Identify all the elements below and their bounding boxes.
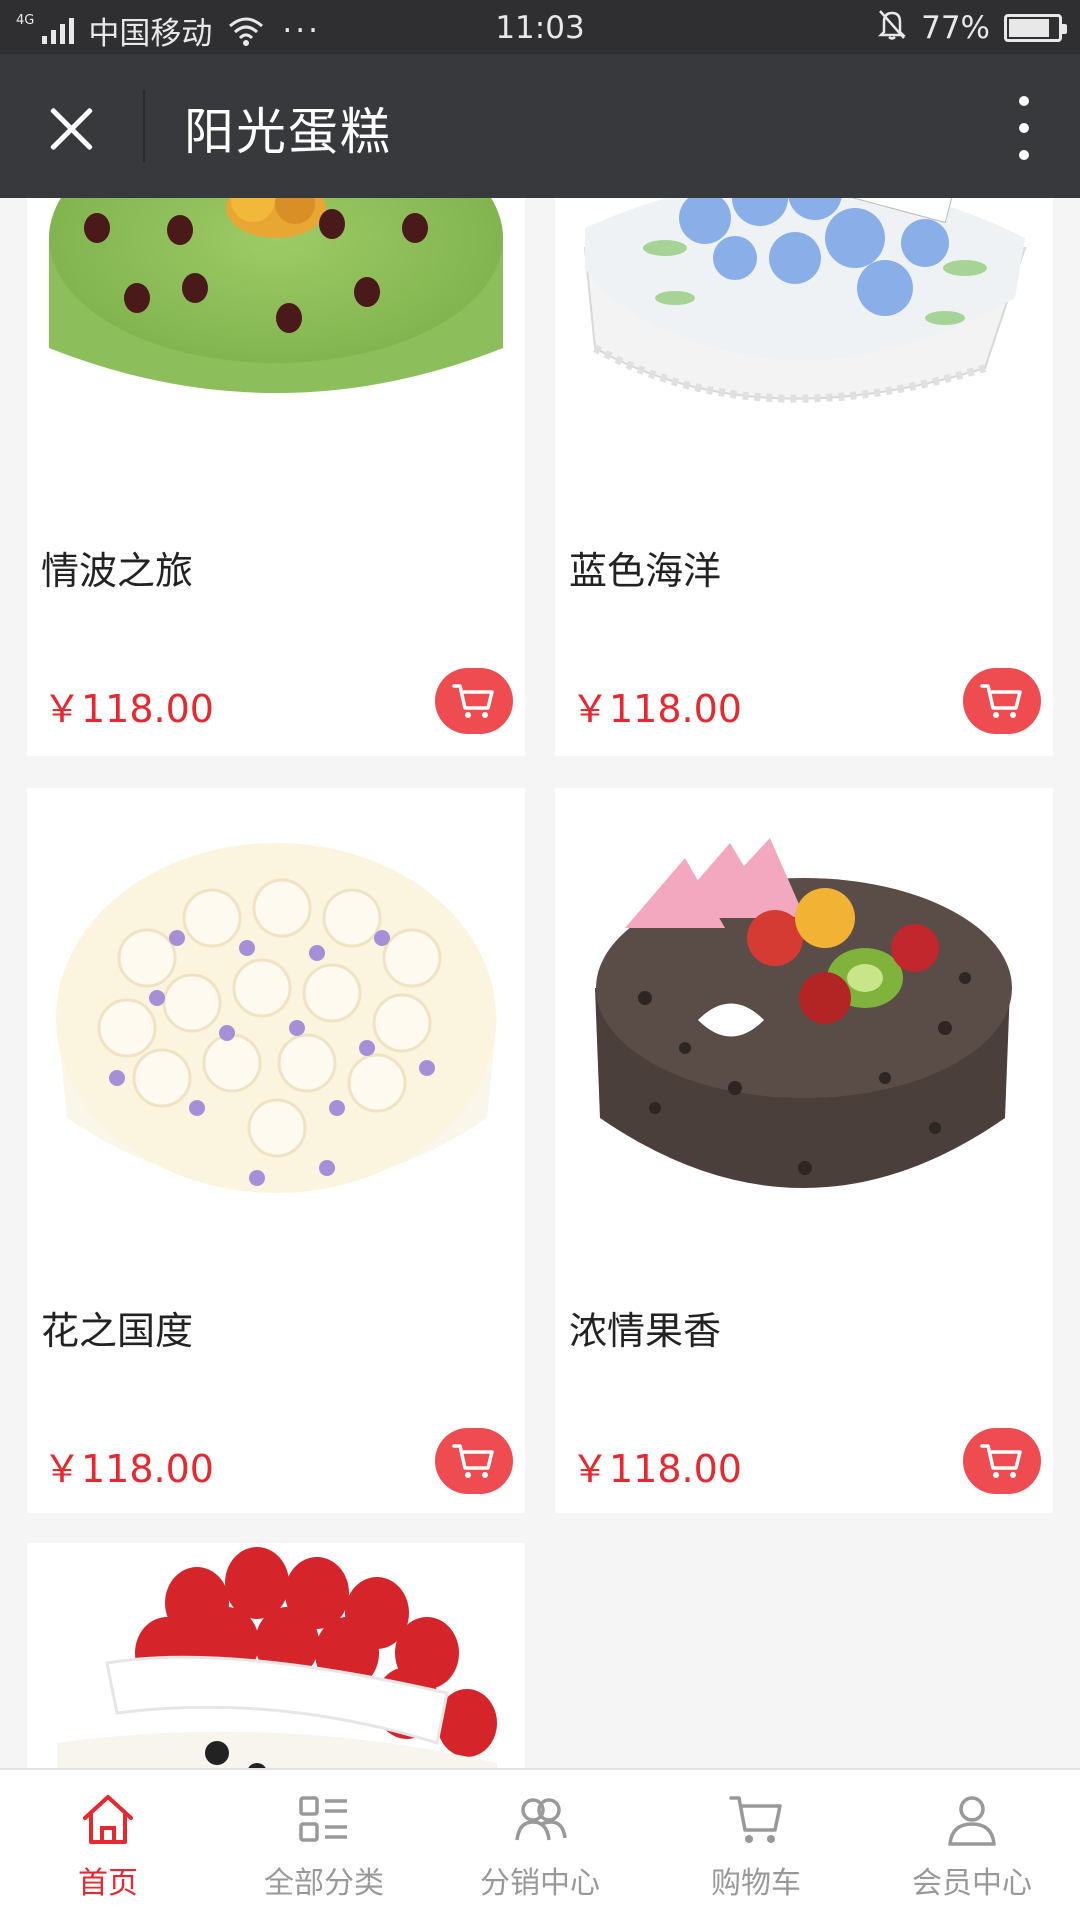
close-icon[interactable] <box>42 99 102 159</box>
status-right: 77% <box>877 8 1067 48</box>
product-price: ￥118.00 <box>43 687 214 731</box>
product-card[interactable]: 花之国度 ￥118.00 <box>27 788 525 1513</box>
cart-icon <box>980 1444 1022 1478</box>
member-icon <box>948 1796 996 1846</box>
home-icon <box>83 1795 133 1844</box>
battery-icon <box>1004 14 1067 42</box>
tab-shopping-cart[interactable]: 购物车 <box>648 1770 864 1920</box>
status-bar: 4G 中国移动 ··· 11:03 77% <box>0 0 1080 54</box>
battery-percent: 77% <box>921 10 990 46</box>
product-card[interactable]: 蓝色海洋 ￥118.00 <box>555 198 1053 756</box>
product-image-strawberry-cake[interactable] <box>27 1543 525 1768</box>
tab-distribution-center[interactable]: 分销中心 <box>432 1770 648 1920</box>
bottom-tab-bar: 首页 全部分类 分销中心 购物车 会员中心 <box>0 1768 1080 1920</box>
nav-divider <box>143 90 145 162</box>
tab-all-categories[interactable]: 全部分类 <box>216 1770 432 1920</box>
product-name[interactable]: 蓝色海洋 <box>569 540 721 595</box>
cart-icon <box>980 684 1022 718</box>
product-image-fruit-chocolate-cake[interactable] <box>555 788 1053 1286</box>
tab-label: 分销中心 <box>480 1866 600 1901</box>
nav-bar: 阳光蛋糕 <box>0 54 1080 198</box>
product-price: ￥118.00 <box>571 687 742 731</box>
product-image-matcha-cake[interactable] <box>27 198 525 496</box>
product-image-flower-cake[interactable] <box>27 788 525 1286</box>
tab-label: 全部分类 <box>264 1866 384 1901</box>
product-card[interactable]: 情波之旅 ￥118.00 <box>27 198 525 756</box>
cart-icon <box>452 1444 494 1478</box>
product-name[interactable]: 花之国度 <box>41 1300 193 1355</box>
product-name[interactable]: 浓情果香 <box>569 1300 721 1355</box>
product-price: ￥118.00 <box>571 1447 742 1491</box>
battery-level <box>1009 19 1050 37</box>
tab-label: 首页 <box>78 1866 138 1901</box>
add-to-cart-button[interactable] <box>435 668 513 734</box>
product-name[interactable]: 情波之旅 <box>41 540 193 595</box>
add-to-cart-button[interactable] <box>435 1428 513 1494</box>
product-grid: 情波之旅 ￥118.00 蓝色海洋 ￥118.00 花之国度 ￥118.00 浓… <box>0 198 1080 1768</box>
page-title: 阳光蛋糕 <box>184 103 392 161</box>
product-card[interactable] <box>27 1543 525 1768</box>
bell-muted-icon <box>877 8 907 48</box>
distribution-icon <box>515 1798 567 1841</box>
product-card[interactable]: 浓情果香 ￥118.00 <box>555 788 1053 1513</box>
product-image-blue-ocean-cake[interactable] <box>555 198 1053 496</box>
more-menu-icon[interactable] <box>1016 96 1032 160</box>
tab-member-center[interactable]: 会员中心 <box>864 1770 1080 1920</box>
add-to-cart-button[interactable] <box>963 1428 1041 1494</box>
add-to-cart-button[interactable] <box>963 668 1041 734</box>
tab-home[interactable]: 首页 <box>0 1770 216 1920</box>
cart-icon <box>729 1796 782 1843</box>
category-list-icon <box>299 1796 347 1842</box>
tab-label: 会员中心 <box>912 1866 1032 1901</box>
cart-icon <box>452 684 494 718</box>
product-price: ￥118.00 <box>43 1447 214 1491</box>
tab-label: 购物车 <box>711 1866 801 1901</box>
